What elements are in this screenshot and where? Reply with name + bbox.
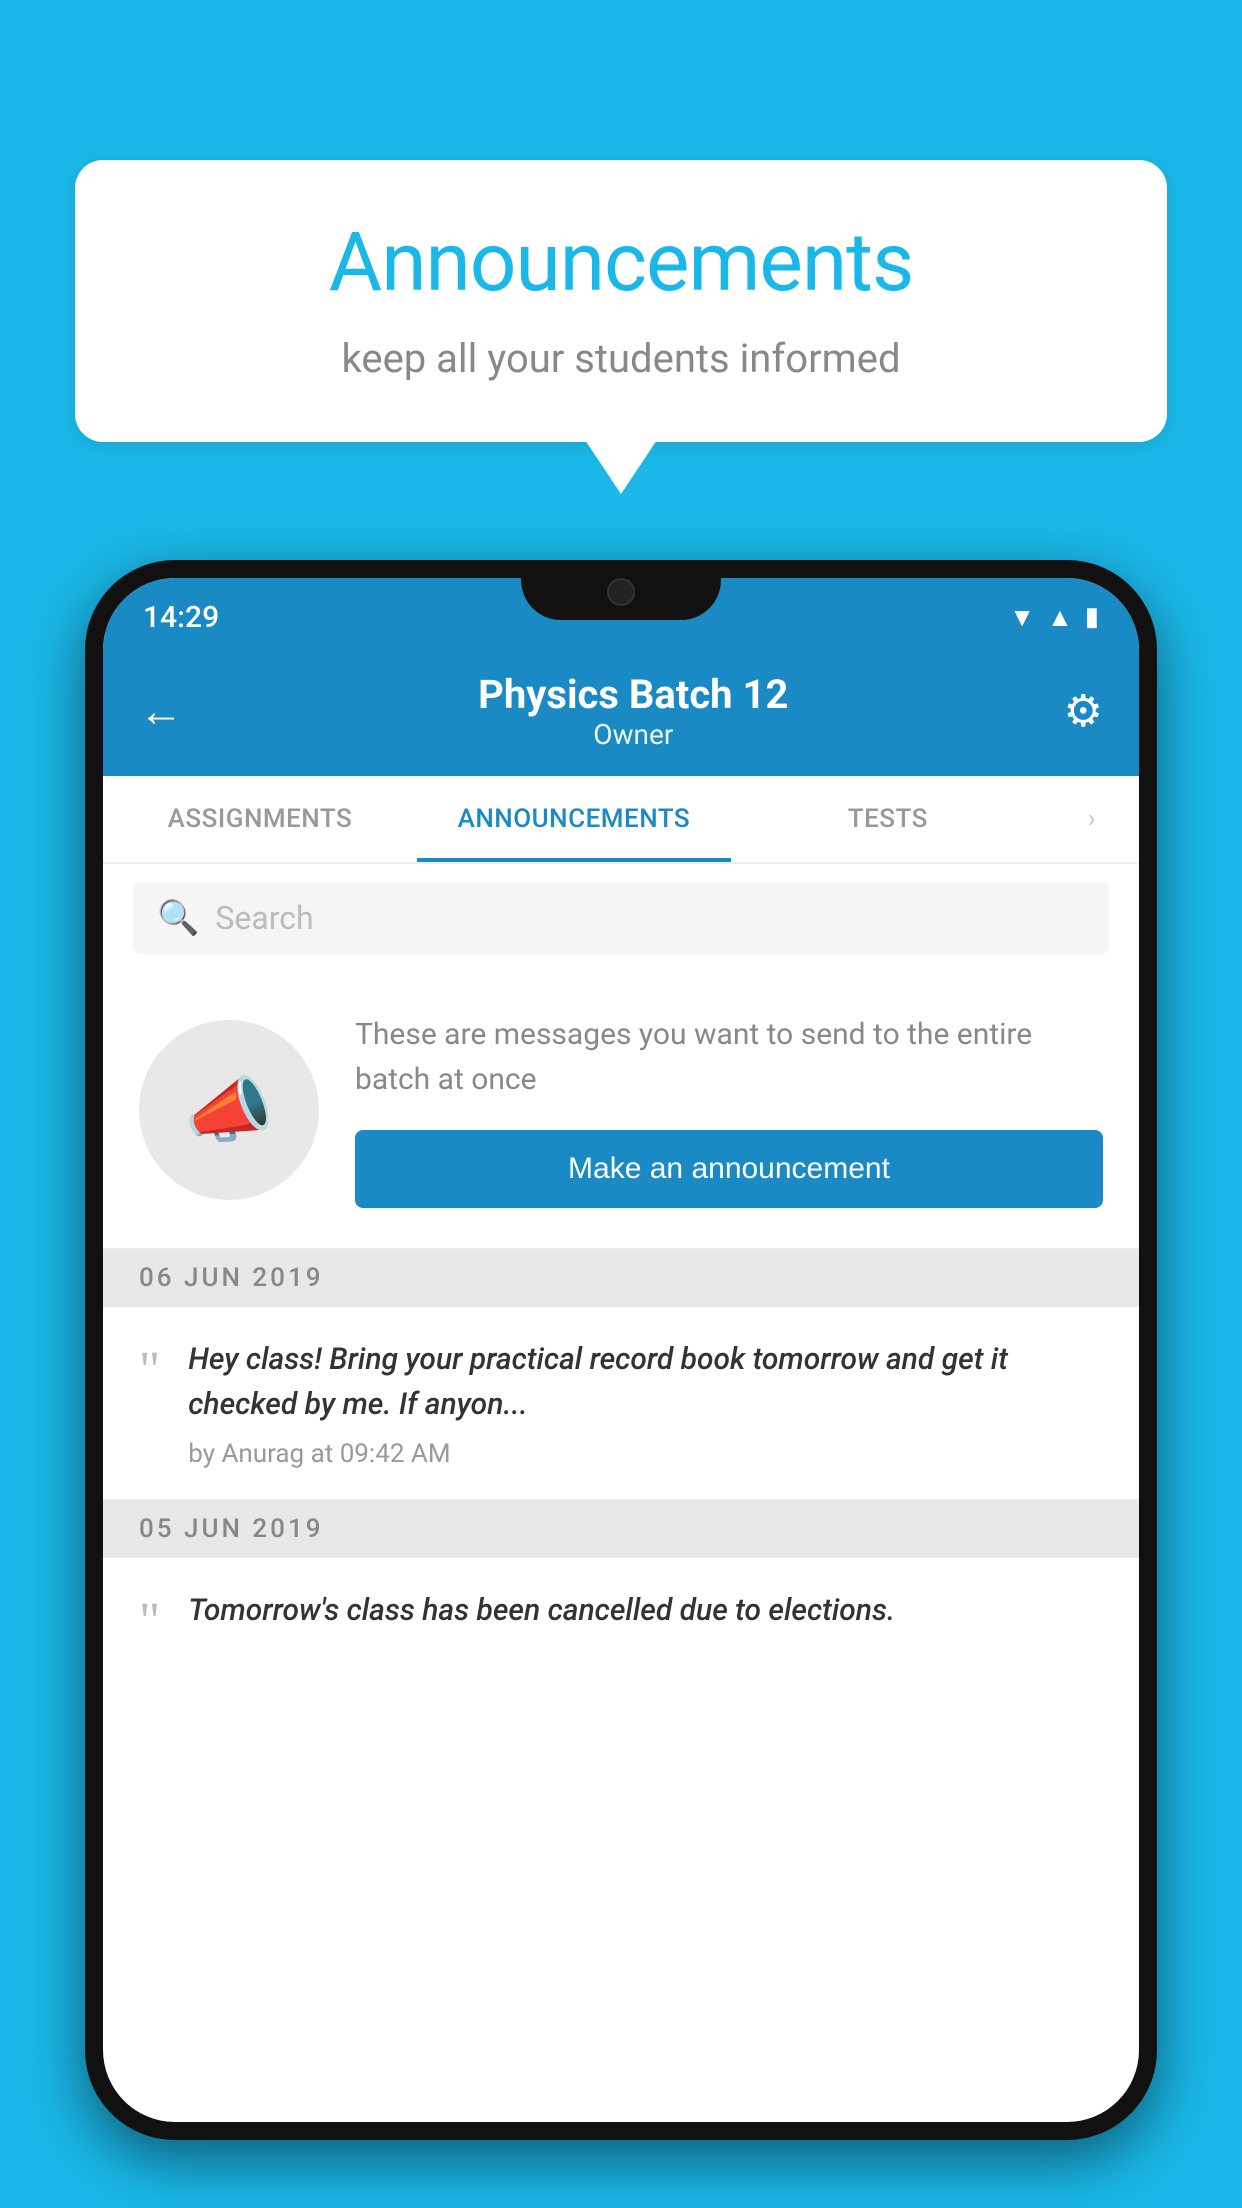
phone-screen: 14:29 ▼ ▲ ▮ ← Physics Batch 12 Owner ⚙ (103, 578, 1139, 2122)
status-time: 14:29 (143, 600, 219, 635)
speech-bubble-container: Announcements keep all your students inf… (75, 160, 1167, 442)
tab-announcements[interactable]: ANNOUNCEMENTS (417, 776, 731, 862)
make-announcement-button[interactable]: Make an announcement (355, 1130, 1103, 1208)
wifi-icon: ▼ (1009, 602, 1035, 633)
announcement-prompt: 📣 These are messages you want to send to… (103, 972, 1139, 1249)
quote-icon-1: " (139, 1345, 160, 1397)
app-bar-subtitle: Owner (203, 718, 1064, 751)
tabs: ASSIGNMENTS ANNOUNCEMENTS TESTS › (103, 776, 1139, 864)
announcement-item-2: " Tomorrow's class has been cancelled du… (103, 1558, 1139, 1678)
search-icon: 🔍 (157, 898, 199, 938)
signal-icon: ▲ (1047, 602, 1073, 633)
tab-tests[interactable]: TESTS (731, 776, 1045, 862)
app-bar-title: Physics Batch 12 (203, 671, 1064, 718)
phone-notch (521, 560, 721, 620)
announcement-text-area: These are messages you want to send to t… (355, 1012, 1103, 1208)
megaphone-circle: 📣 (139, 1020, 319, 1200)
announcement-content-2: Tomorrow's class has been cancelled due … (188, 1588, 1103, 1645)
back-button[interactable]: ← (139, 685, 183, 737)
battery-icon: ▮ (1085, 602, 1099, 632)
speech-bubble: Announcements keep all your students inf… (75, 160, 1167, 442)
announcement-meta-1: by Anurag at 09:42 AM (188, 1439, 1103, 1469)
quote-icon-2: " (139, 1596, 160, 1648)
app-bar: ← Physics Batch 12 Owner ⚙ (103, 646, 1139, 776)
announcement-text-2: Tomorrow's class has been cancelled due … (188, 1588, 1103, 1633)
phone-container: 14:29 ▼ ▲ ▮ ← Physics Batch 12 Owner ⚙ (85, 560, 1157, 2208)
announcement-content-1: Hey class! Bring your practical record b… (188, 1337, 1103, 1469)
phone-camera (607, 578, 635, 606)
search-input[interactable]: Search (215, 899, 313, 937)
bubble-subtitle: keep all your students informed (135, 335, 1107, 382)
date-separator-1: 06 JUN 2019 (103, 1249, 1139, 1307)
settings-icon[interactable]: ⚙ (1064, 685, 1103, 737)
content-area: 🔍 Search 📣 These are messages you want t… (103, 864, 1139, 1678)
announcement-description: These are messages you want to send to t… (355, 1012, 1103, 1102)
tab-more[interactable]: › (1045, 776, 1139, 862)
status-icons: ▼ ▲ ▮ (1009, 602, 1099, 633)
phone: 14:29 ▼ ▲ ▮ ← Physics Batch 12 Owner ⚙ (85, 560, 1157, 2140)
search-input-wrapper[interactable]: 🔍 Search (133, 882, 1109, 954)
tab-assignments[interactable]: ASSIGNMENTS (103, 776, 417, 862)
app-bar-title-container: Physics Batch 12 Owner (203, 671, 1064, 751)
announcement-text-1: Hey class! Bring your practical record b… (188, 1337, 1103, 1427)
megaphone-icon: 📣 (184, 1068, 274, 1153)
search-bar: 🔍 Search (103, 864, 1139, 972)
announcement-item-1: " Hey class! Bring your practical record… (103, 1307, 1139, 1500)
date-separator-2: 05 JUN 2019 (103, 1500, 1139, 1558)
bubble-title: Announcements (135, 215, 1107, 311)
